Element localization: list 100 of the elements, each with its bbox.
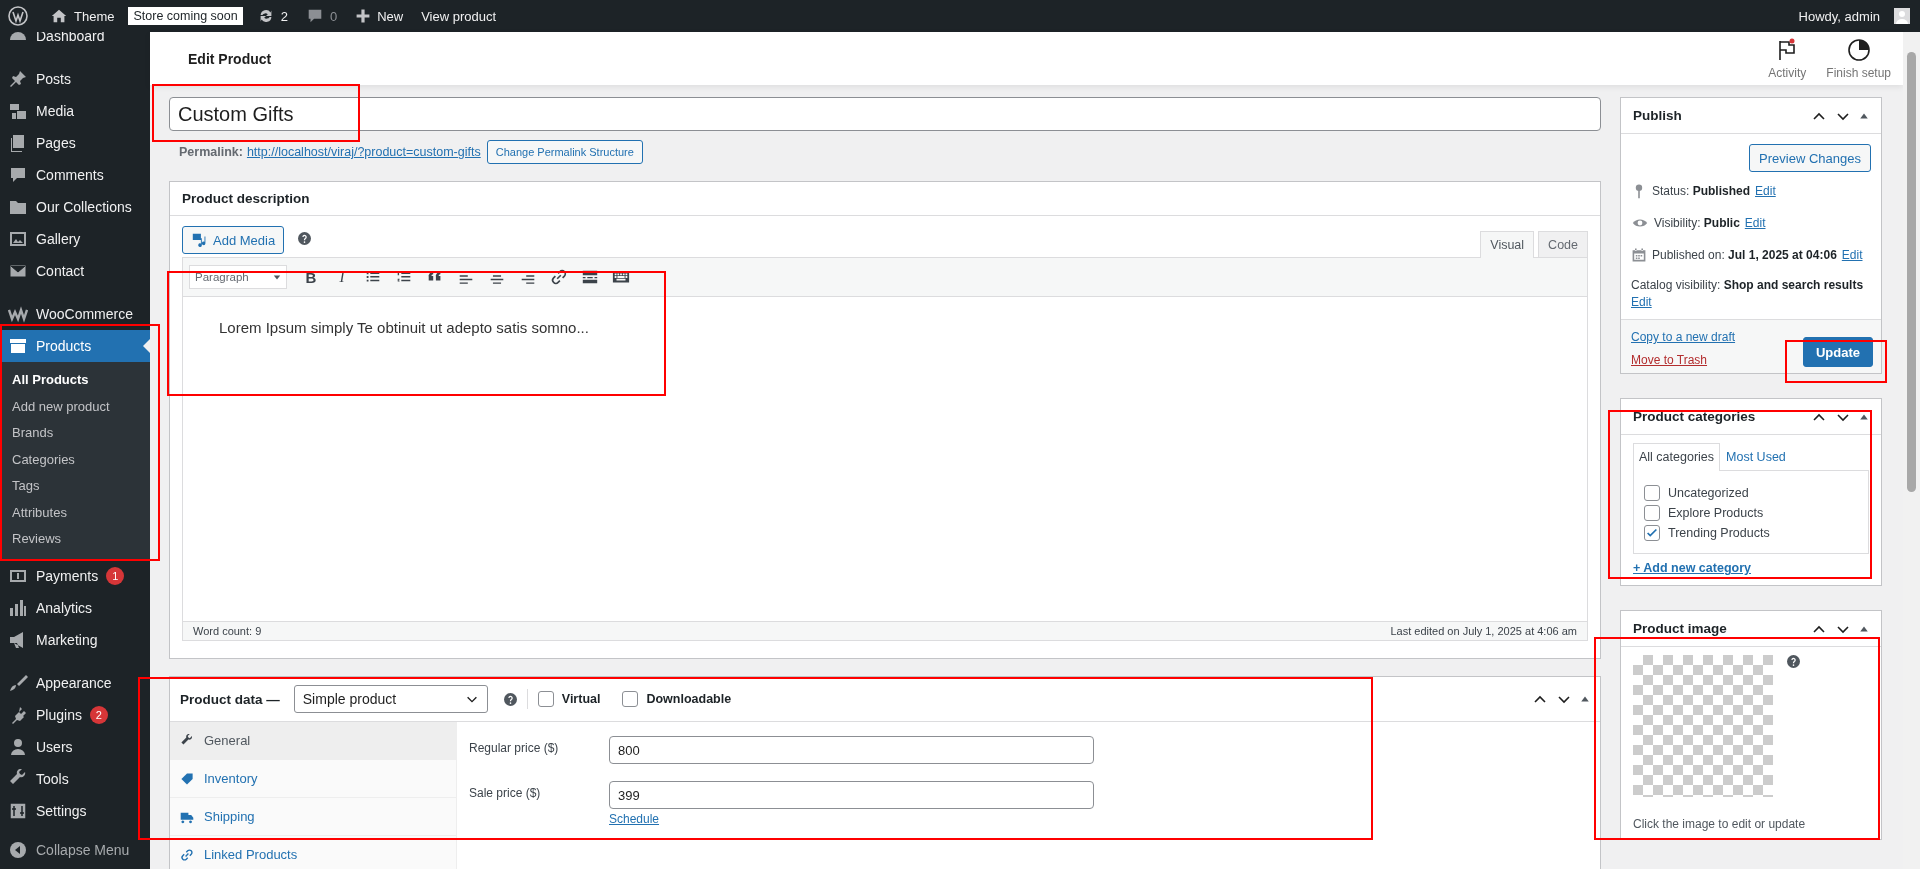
checkbox-label[interactable]: Virtual: [561, 692, 601, 706]
pin-icon: [8, 69, 28, 89]
sidebar-item[interactable]: Plugins 2: [0, 698, 150, 731]
title-input[interactable]: Custom Gifts: [169, 97, 1601, 131]
calendar-icon: [1631, 247, 1647, 263]
category-label[interactable]: Explore Products: [1668, 506, 1764, 520]
greeting[interactable]: Howdy, admin: [1794, 8, 1884, 24]
submenu-item[interactable]: Reviews: [0, 526, 150, 553]
left-arrow-circle-icon: [8, 839, 28, 860]
format-select[interactable]: Paragraph: [189, 265, 287, 289]
sidebar-item[interactable]: Products: [0, 330, 150, 362]
add-category-link[interactable]: + Add new category: [1633, 561, 1751, 575]
updates-link[interactable]: 2: [252, 7, 292, 25]
change-permalink-button[interactable]: Change Permalink Structure: [486, 140, 643, 164]
schedule-link[interactable]: Schedule: [609, 812, 660, 826]
copy-draft-link[interactable]: Copy to a new draft: [1631, 330, 1736, 344]
panel-title: Publish: [1633, 108, 1682, 123]
product-data-tab[interactable]: General: [170, 722, 456, 760]
panel-title: Product categories: [1633, 409, 1756, 424]
new-link[interactable]: New: [351, 8, 408, 24]
add-media-button[interactable]: Add Media: [182, 226, 285, 254]
sidebar-item[interactable]: Analytics: [0, 591, 150, 624]
product-data-tab[interactable]: Linked Products: [170, 836, 456, 869]
sidebar-item[interactable]: Tools: [0, 762, 150, 795]
help-icon[interactable]: [1787, 655, 1800, 668]
preview-changes-button[interactable]: Preview Changes: [1749, 144, 1871, 172]
price-input[interactable]: 800: [609, 736, 1094, 764]
checkbox[interactable]: [537, 691, 554, 707]
submenu-item[interactable]: Tags: [0, 473, 150, 500]
sidebar-item[interactable]: Appearance: [0, 666, 150, 699]
edit-link[interactable]: Edit: [1744, 216, 1766, 230]
product-type-select[interactable]: Simple product: [293, 685, 488, 713]
user-icon: [8, 736, 28, 757]
sidebar-item[interactable]: Comments: [0, 159, 150, 191]
category-label[interactable]: Trending Products: [1668, 526, 1770, 540]
price-input[interactable]: 399: [609, 781, 1094, 809]
header-action[interactable]: Activity: [1768, 37, 1807, 80]
sidebar-item[interactable]: Settings: [0, 794, 150, 827]
trash-link[interactable]: Move to Trash: [1631, 353, 1736, 367]
help-icon[interactable]: [503, 692, 517, 706]
checkbox[interactable]: [622, 691, 639, 707]
analytics-icon: [8, 597, 28, 618]
sidebar-item[interactable]: Marketing: [0, 623, 150, 656]
link-icon[interactable]: [550, 268, 568, 286]
publish-info: Published on: Jul 1, 2025 at 04:06: [1652, 248, 1837, 262]
category-label[interactable]: Uncategorized: [1668, 486, 1749, 500]
publish-info: Visibility: Public: [1654, 216, 1740, 230]
help-icon[interactable]: [298, 232, 312, 245]
panel-title: Product data —: [180, 691, 280, 707]
update-button[interactable]: Update: [1802, 337, 1873, 367]
permalink-label: Permalink:: [179, 145, 243, 159]
edit-link[interactable]: Edit: [1841, 248, 1863, 262]
store-status-badge[interactable]: Store coming soon: [128, 7, 243, 25]
caret-icon: [273, 273, 281, 281]
wrench-icon: [180, 733, 194, 748]
editor-tab[interactable]: Code: [1538, 231, 1588, 257]
page-title: Edit Product: [188, 50, 272, 67]
sidebar-item[interactable]: Users: [0, 730, 150, 763]
sidebar-item[interactable]: Our Collections: [0, 191, 150, 223]
submenu-item[interactable]: All Products: [0, 367, 150, 394]
permalink-link[interactable]: http://localhost/viraj/?product=custom-gifts: [246, 145, 481, 159]
tag-icon: [180, 771, 194, 786]
checkbox[interactable]: [1644, 505, 1660, 521]
product-data-tab[interactable]: Inventory: [170, 760, 456, 798]
bold-button[interactable]: B: [302, 268, 320, 286]
sidebar-item[interactable]: Pages: [0, 127, 150, 159]
editor-text[interactable]: Lorem Ipsum simply Te obtinuit ut adepto satis somno...: [219, 319, 589, 336]
product-data-tab[interactable]: Shipping: [170, 798, 456, 836]
plus-icon: [355, 8, 372, 24]
checkbox[interactable]: [1644, 525, 1660, 541]
site-link[interactable]: Theme: [46, 7, 119, 25]
chain-icon: [180, 847, 194, 862]
sidebar-item[interactable]: Contact: [0, 255, 150, 287]
edit-link[interactable]: Edit: [1631, 294, 1652, 311]
checkbox[interactable]: [1644, 485, 1660, 501]
header-action[interactable]: Finish setup: [1826, 37, 1891, 80]
submenu-item[interactable]: Add new product: [0, 393, 150, 420]
sidebar-item[interactable]: Posts: [0, 63, 150, 95]
submenu-item[interactable]: Brands: [0, 420, 150, 447]
panel-title: Product description: [182, 191, 310, 206]
collapse-menu-button[interactable]: Collapse Menu: [0, 833, 150, 866]
checkbox-label[interactable]: Downloadable: [646, 692, 732, 706]
sidebar-item[interactable]: WooCommerce: [0, 298, 150, 330]
sidebar-item[interactable]: Media: [0, 95, 150, 127]
submenu-item[interactable]: Attributes: [0, 499, 150, 526]
category-tab[interactable]: Most Used: [1720, 443, 1792, 470]
category-tab[interactable]: All categories: [1633, 443, 1721, 471]
editor-tab[interactable]: Visual: [1480, 231, 1535, 258]
view-product-link[interactable]: View product: [417, 8, 501, 24]
field-label: Sale price ($): [469, 785, 542, 802]
sidebar-item[interactable]: Gallery: [0, 223, 150, 255]
triangle-up-icon[interactable]: [1580, 694, 1590, 704]
bubble-icon: [8, 165, 28, 185]
publish-info: Catalog visibility: Shop and search results: [1631, 277, 1864, 294]
comments-link[interactable]: 0: [301, 7, 342, 25]
sidebar-item[interactable]: Payments 1: [0, 559, 150, 592]
wordpress-logo-icon[interactable]: [8, 6, 28, 26]
media-icon: [8, 101, 28, 121]
edit-link[interactable]: Edit: [1755, 184, 1776, 198]
submenu-item[interactable]: Categories: [0, 446, 150, 473]
